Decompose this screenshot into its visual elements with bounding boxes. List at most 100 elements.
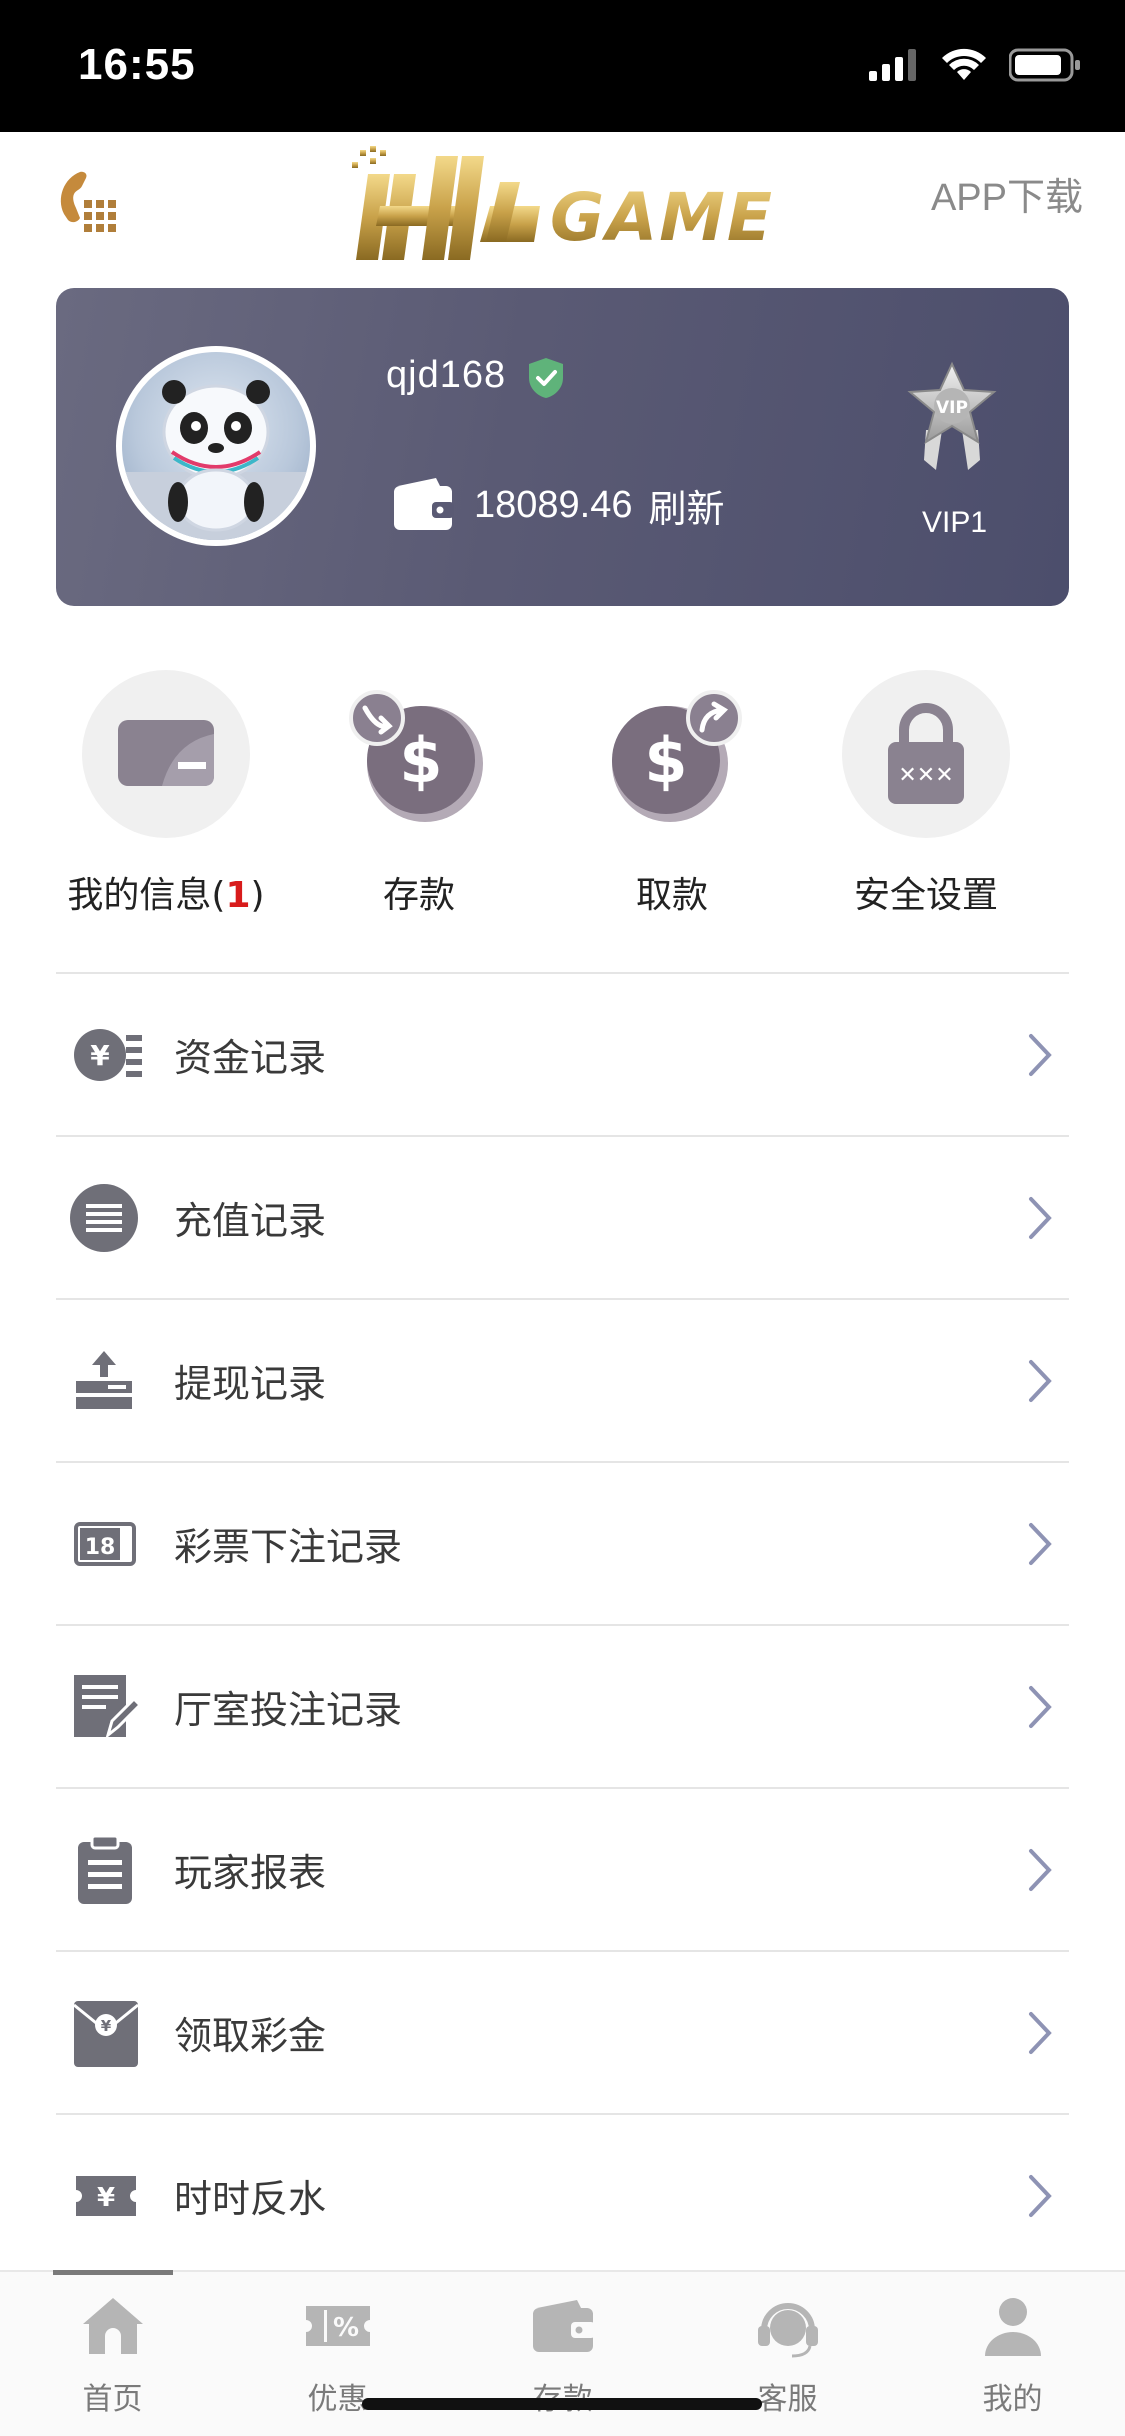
home-icon [82, 2298, 143, 2354]
withdraw-button[interactable]: $ 取款 [562, 670, 782, 918]
panda-mascot-icon [122, 380, 310, 540]
menu-item-label: 资金记录 [174, 1036, 327, 1080]
profile-card: qjd168 18089.46 刷新 VIP VIP1 [56, 288, 1069, 606]
chevron-right-icon [1029, 1522, 1052, 1565]
home-indicator[interactable] [362, 2398, 762, 2410]
tab-label: 优惠 [307, 2382, 368, 2417]
tab-deposit[interactable]: 存款 [450, 2272, 675, 2436]
wallet-icon [532, 2300, 595, 2352]
security-icon-wrap: ✕✕✕ [842, 670, 1010, 838]
balance-row: 18089.46 刷新 [474, 478, 725, 533]
deposit-label: 存款 [382, 875, 455, 916]
chevron-right-icon [1029, 1359, 1052, 1402]
tab-mine[interactable]: 我的 [900, 2272, 1125, 2436]
balance-amount: 18089.46 [474, 484, 633, 526]
tab-customer-service[interactable]: 客服 [675, 2272, 900, 2436]
my-messages-suffix: ) [250, 875, 265, 916]
active-tab-indicator [53, 2270, 173, 2275]
deposit-coin-icon: $ [349, 690, 483, 822]
phone-icon[interactable] [50, 168, 120, 238]
menu-list: ¥ 资金记录 充值记录 提现记录 18 彩票下注记录 厅室投注记录 玩家报表 ¥… [56, 972, 1069, 2278]
withdraw-label: 取款 [635, 875, 708, 916]
lock-icon: ✕✕✕ [888, 703, 964, 804]
svg-text:¥: ¥ [101, 2017, 112, 2035]
battery-icon [1009, 48, 1080, 82]
edit-note-icon [74, 1674, 143, 1739]
status-bar: 16:55 [0, 0, 1125, 132]
app-download-link[interactable]: APP下载 [931, 166, 1083, 221]
menu-item-realtime-rebate[interactable]: ¥ 时时反水 [56, 2115, 1069, 2278]
wifi-icon [942, 48, 986, 80]
withdraw-icon-wrap: $ [588, 670, 756, 838]
svg-text:GAME: GAME [550, 179, 774, 256]
signal-icon [869, 49, 916, 81]
bottom-tab-bar: 首页 % 优惠 存款 客服 我的 [0, 2270, 1125, 2436]
tab-label: 我的 [982, 2382, 1043, 2417]
wallet-icon [394, 478, 454, 530]
withdraw-coin-icon: $ [612, 690, 742, 822]
tab-label: 存款 [450, 2374, 675, 2418]
chevron-right-icon [1029, 1685, 1052, 1728]
quick-actions: 我的信息(1) $ 存款 $ 取款 ✕✕✕ 安全设置 [56, 670, 1069, 930]
clipboard-icon [78, 1834, 132, 1904]
chevron-right-icon [1029, 2011, 1052, 2054]
tab-label: 首页 [82, 2382, 143, 2417]
tab-home[interactable]: 首页 [0, 2270, 225, 2436]
vip-star-badge-icon[interactable]: VIP [902, 360, 1002, 472]
menu-item-player-report[interactable]: 玩家报表 [56, 1789, 1069, 1952]
avatar[interactable] [116, 346, 316, 546]
chevron-right-icon [1029, 1033, 1052, 1076]
menu-item-withdraw-records[interactable]: 提现记录 [56, 1300, 1069, 1463]
menu-item-label: 时时反水 [174, 2177, 327, 2221]
menu-item-label: 玩家报表 [174, 1851, 327, 1895]
svg-text:$: $ [399, 724, 442, 797]
my-messages-text: 我的信息( [67, 875, 226, 916]
list-circle-icon [70, 1183, 138, 1252]
coupon-icon: % [305, 2306, 370, 2346]
menu-item-lottery-bet-records[interactable]: 18 彩票下注记录 [56, 1463, 1069, 1626]
deposit-button[interactable]: $ 存款 [309, 670, 529, 918]
status-time: 16:55 [78, 40, 196, 89]
deposit-icon-wrap: $ [335, 670, 503, 838]
headset-icon [757, 2303, 818, 2358]
security-settings-button[interactable]: ✕✕✕ 安全设置 [816, 670, 1036, 918]
menu-item-recharge-records[interactable]: 充值记录 [56, 1137, 1069, 1300]
system-indicators [869, 48, 1081, 82]
message-card-icon [118, 720, 214, 786]
upload-tray-icon [76, 1350, 132, 1409]
tab-promotions[interactable]: % 优惠 [225, 2272, 450, 2436]
menu-item-label: 充值记录 [174, 1199, 327, 1243]
tab-label: 客服 [757, 2382, 818, 2417]
chevron-right-icon [1029, 1848, 1052, 1891]
hh-game-logo: GAME [352, 146, 774, 260]
yen-ticket-icon: ¥ [76, 2175, 136, 2216]
menu-item-label: 彩票下注记录 [174, 1525, 403, 1569]
avatar-image [122, 352, 310, 540]
svg-text:%: % [332, 2313, 358, 2343]
my-messages-icon-wrap [82, 670, 250, 838]
svg-text:✕✕✕: ✕✕✕ [898, 763, 953, 788]
menu-item-label: 提现记录 [174, 1362, 327, 1406]
svg-text:$: $ [644, 724, 687, 797]
svg-text:¥: ¥ [90, 1039, 110, 1072]
security-settings-label: 安全设置 [853, 875, 998, 916]
my-messages-label: 我的信息(1) [56, 866, 276, 918]
yen-coin-icon: ¥ [74, 1028, 142, 1081]
my-messages-button[interactable]: 我的信息(1) [56, 670, 276, 918]
chevron-right-icon [1029, 1196, 1052, 1239]
menu-item-claim-bonus[interactable]: ¥ 领取彩金 [56, 1952, 1069, 2115]
svg-text:¥: ¥ [97, 2183, 115, 2213]
user-icon [984, 2298, 1041, 2356]
vip-badge-text: VIP [936, 398, 968, 418]
app-header: GAME APP下载 [0, 132, 1125, 282]
menu-item-label: 厅室投注记录 [174, 1688, 403, 1732]
chevron-right-icon [1029, 2174, 1052, 2217]
menu-item-hall-bet-records[interactable]: 厅室投注记录 [56, 1626, 1069, 1789]
menu-item-fund-records[interactable]: ¥ 资金记录 [56, 974, 1069, 1137]
menu-item-label: 领取彩金 [174, 2014, 327, 2058]
red-envelope-icon: ¥ [73, 2000, 139, 2067]
username: qjd168 [386, 354, 507, 396]
refresh-button[interactable]: 刷新 [649, 478, 725, 533]
svg-text:18: 18 [85, 1535, 116, 1560]
vip-level: VIP1 [922, 506, 988, 539]
